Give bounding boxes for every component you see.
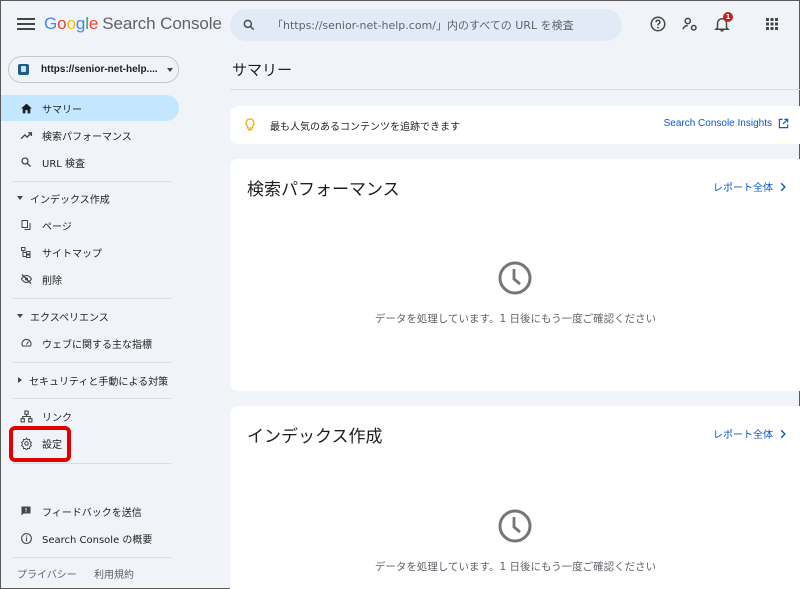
sidebar-item-feedback[interactable]: フィードバックを送信 [1,498,179,524]
manage-users-icon[interactable] [681,15,699,33]
sidebar-item-label: ウェブに関する主な指標 [42,339,152,351]
sidebar-item-summary[interactable]: サマリー [1,95,179,121]
property-selector[interactable]: https://senior-net-help.... [8,56,179,83]
chevron-down-icon [166,67,173,72]
sidebar-divider [13,362,171,363]
indexing-card: インデックス作成 レポート全体 データを処理しています。1 日後にもう一度ご確認… [230,406,800,589]
sidebar-item-label: ページ [42,221,72,233]
processing-message: データを処理しています。1 日後にもう一度ご確認ください [374,313,657,325]
product-name: Search Console [102,14,222,33]
sidebar-divider [13,463,171,464]
sidebar-item-core-web-vitals[interactable]: ウェブに関する主な指標 [1,330,179,356]
sidebar-divider [13,181,171,182]
search-icon [19,155,33,169]
apps-grid-icon[interactable] [763,15,781,33]
clock-icon [498,261,532,295]
sidebar-item-settings[interactable]: 設定 [1,430,179,456]
chevron-right-icon [780,182,786,191]
full-report-label: レポート全体 [713,183,773,194]
sitemap-icon [19,245,33,259]
card-title: インデックス作成 [247,427,383,447]
privacy-link[interactable]: プライバシー [17,570,77,581]
sidebar-item-label: サイトマップ [42,248,102,260]
open-in-new-icon [778,118,789,129]
sidebar-section-label: セキュリティと手動による対策 [29,376,169,388]
info-icon [19,531,33,545]
sidebar-section-security[interactable]: セキュリティと手動による対策 [1,368,179,392]
sidebar-item-label: サマリー [42,104,82,116]
sidebar-item-label: リンク [42,412,72,424]
card-title: 検索パフォーマンス [247,180,400,200]
sidebar-item-about[interactable]: Search Console の概要 [1,525,179,551]
app-logo[interactable]: Google Search Console [44,14,222,34]
help-icon[interactable] [649,15,667,33]
sidebar-section-label: インデックス作成 [30,194,110,206]
top-app-bar: Google Search Console 「https://senior-net… [1,1,800,49]
sidebar-item-removals[interactable]: 削除 [1,266,179,292]
menu-icon[interactable] [17,15,35,33]
full-report-link[interactable]: レポート全体 [713,179,787,194]
caret-down-icon [17,314,23,318]
speed-icon [19,336,33,350]
google-wordmark: Google [44,14,99,33]
chevron-right-icon [780,429,786,438]
property-url: https://senior-net-help.... [41,64,158,75]
footer-links: プライバシー 利用規約 [17,566,148,581]
search-icon [243,19,255,31]
insights-text: 最も人気のあるコンテンツを追跡できます [270,121,460,133]
sidebar-divider [13,398,171,399]
sidebar-item-label: Search Console の概要 [42,534,153,546]
links-icon [19,409,33,423]
sidebar-item-performance[interactable]: 検索パフォーマンス [1,122,179,148]
caret-down-icon [17,196,23,200]
sidebar-divider [13,557,171,558]
site-favicon [18,64,29,75]
terms-link[interactable]: 利用規約 [94,570,134,581]
sidebar-item-label: 削除 [42,275,62,287]
sidebar-item-url-inspection[interactable]: URL 検査 [1,149,179,175]
sidebar-item-label: 設定 [42,439,62,451]
insights-link-label: Search Console Insights [663,118,772,129]
sidebar-item-pages[interactable]: ページ [1,212,179,238]
sidebar-item-sitemaps[interactable]: サイトマップ [1,239,179,265]
performance-card: 検索パフォーマンス レポート全体 データを処理しています。1 日後にもう一度ご確… [230,159,800,391]
feedback-icon [19,504,33,518]
notification-badge: 1 [723,12,733,22]
sidebar-item-label: 検索パフォーマンス [42,131,132,143]
sidebar-section-indexing[interactable]: インデックス作成 [1,186,179,210]
trending-up-icon [19,128,33,142]
clock-icon [498,509,532,543]
full-report-link[interactable]: レポート全体 [713,426,787,441]
title-divider [230,89,800,90]
sidebar-divider [13,298,171,299]
url-inspection-search[interactable]: 「https://senior-net-help.com/」内のすべての URL… [230,9,622,41]
pages-icon [19,218,33,232]
gear-icon [19,436,33,450]
processing-message: データを処理しています。1 日後にもう一度ご確認ください [374,561,657,573]
caret-right-icon [18,377,22,383]
full-report-label: レポート全体 [713,430,773,441]
lightbulb-icon [245,118,255,131]
sidebar-item-label: フィードバックを送信 [42,507,142,519]
sidebar-section-label: エクスペリエンス [30,312,109,324]
home-icon [19,101,33,115]
search-input[interactable]: 「https://senior-net-help.com/」内のすべての URL… [272,17,574,33]
page-title: サマリー [232,61,293,79]
visibility-off-icon [19,272,33,286]
sidebar-section-experience[interactable]: エクスペリエンス [1,304,179,328]
insights-banner: 最も人気のあるコンテンツを追跡できます Search Console Insig… [230,106,800,144]
search-console-insights-link[interactable]: Search Console Insights [664,118,789,129]
sidebar-item-label: URL 検査 [42,158,86,170]
sidebar-item-links[interactable]: リンク [1,403,179,429]
